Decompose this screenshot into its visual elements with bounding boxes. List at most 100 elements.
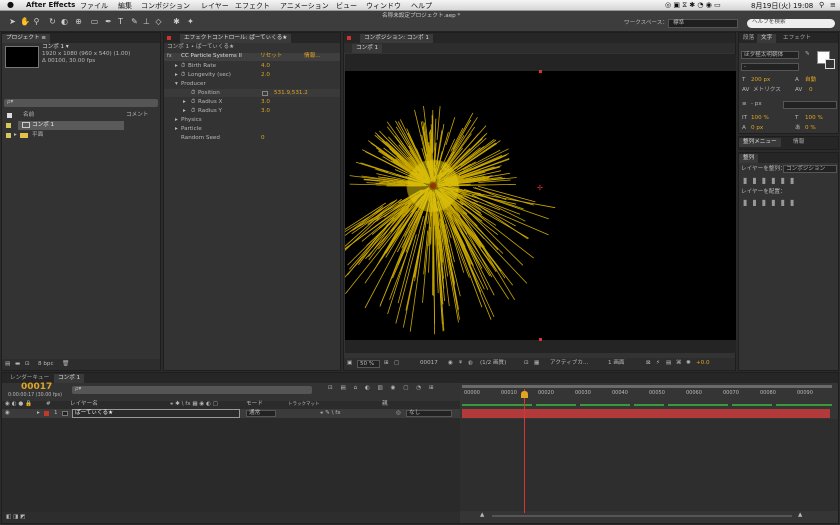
menu-help[interactable]: ヘルプ — [411, 1, 432, 11]
eyedropper-icon[interactable]: ✎ — [805, 51, 810, 58]
brush-tool-icon[interactable]: ✎ — [130, 17, 139, 26]
align-to-select[interactable]: コンポジション — [783, 165, 837, 173]
tsume-value[interactable]: 0 % — [805, 125, 816, 132]
camera-tool-icon[interactable]: ◐ — [60, 17, 69, 26]
puppet-tool-icon[interactable]: ✦ — [186, 17, 195, 26]
work-area-bar[interactable] — [462, 385, 832, 388]
pen-tool-icon[interactable]: ✒ — [104, 17, 113, 26]
apple-icon[interactable]: ● — [7, 0, 14, 9]
help-search-input[interactable]: ヘルプを検索 — [747, 19, 835, 28]
align-buttons-row[interactable]: ▮▮▮▮▮▮ — [743, 177, 799, 185]
tab-align-menu[interactable]: 整列メニュー — [739, 138, 781, 147]
project-search-input[interactable]: ρ▾ — [4, 99, 158, 107]
always-preview-icon[interactable]: ▣ — [347, 360, 352, 367]
roto-brush-tool-icon[interactable]: ✱ — [172, 17, 181, 26]
tab-effects-presets[interactable]: エフェクト — [779, 34, 815, 43]
param-radius-y-value[interactable]: 3.0 — [261, 108, 270, 115]
current-time[interactable]: 00017 — [21, 383, 52, 392]
expand-arrow-icon[interactable]: ▸ — [175, 72, 178, 79]
rectangle-tool-icon[interactable]: ▭ — [90, 17, 99, 26]
current-time-display[interactable]: 00017 — [420, 360, 438, 367]
layer-label-color[interactable] — [44, 411, 49, 416]
eraser-tool-icon[interactable]: ◇ — [154, 17, 163, 26]
distribute-buttons-row[interactable]: ▮▮▮▮▮▮ — [743, 199, 799, 207]
expand-arrow-icon[interactable]: ▸ — [183, 108, 186, 115]
timeline-search-input[interactable]: ρ▾ — [72, 386, 312, 394]
layer-mode-select[interactable]: 通常 — [246, 410, 276, 417]
project-item-folder[interactable]: ▸ 平面 — [4, 131, 158, 140]
col-trkmat[interactable]: トラックマット — [288, 401, 320, 408]
lock-icon[interactable] — [347, 36, 351, 40]
eye-icon[interactable]: ◉ — [5, 410, 10, 417]
layer-switch-icons[interactable]: ⚹ ✎ \ fx — [320, 410, 341, 417]
clone-stamp-tool-icon[interactable]: ⊥ — [142, 17, 151, 26]
expand-arrow-icon[interactable]: ▸ — [183, 99, 186, 106]
snapshot-icon[interactable]: ◉ — [448, 360, 453, 367]
current-time-head-icon[interactable] — [521, 391, 528, 398]
exposure-icon[interactable]: ✺ — [686, 360, 691, 367]
bpc-label[interactable]: 8 bpc — [38, 361, 54, 368]
layer-name-field[interactable]: ぱーてぃくる★ — [72, 409, 240, 418]
zoom-tool-icon[interactable]: ⚲ — [32, 17, 41, 26]
menu-file[interactable]: ファイル — [80, 1, 108, 11]
hand-tool-icon[interactable]: ✋ — [20, 17, 30, 26]
tab-comp-timeline[interactable]: コンポ 1 — [54, 374, 85, 383]
expand-arrow-icon[interactable]: ▾ — [175, 81, 178, 88]
menu-view[interactable]: ビュー — [336, 1, 357, 11]
toggle-panes-icon[interactable]: ◧ ◨ ◩ — [6, 514, 25, 521]
layer-duration-bar[interactable] — [462, 409, 830, 418]
menu-composition[interactable]: コンポジション — [141, 1, 190, 11]
fast-previews-icon[interactable]: ⚡ — [656, 360, 660, 367]
param-radius-x-value[interactable]: 3.0 — [261, 99, 270, 106]
col-parent[interactable]: 親 — [382, 401, 388, 408]
show-snapshot-icon[interactable]: ⚘ — [458, 360, 463, 367]
stroke-style-select[interactable] — [783, 101, 837, 109]
zoom-slider[interactable]: ▲ ▲ — [480, 512, 810, 519]
stopwatch-icon[interactable]: ⏱ — [181, 63, 185, 70]
pan-behind-tool-icon[interactable]: ⊕ — [74, 17, 83, 26]
effect-row[interactable]: fx CC Particle Systems II リセット 情報... — [164, 53, 340, 61]
col-mode[interactable]: モード — [246, 401, 263, 408]
zoom-out-icon[interactable]: ▲ — [480, 512, 484, 519]
tab-paragraph[interactable]: 段落 — [739, 34, 758, 43]
transparency-grid-icon[interactable]: ▦ — [534, 360, 539, 367]
font-family-select[interactable]: ほ夕極太明朝体 — [741, 51, 799, 59]
crosshair-icon[interactable] — [262, 91, 268, 96]
comp-subtab[interactable]: コンポ 1 — [352, 44, 383, 53]
menu-app-name[interactable]: After Effects — [26, 1, 75, 9]
font-style-select[interactable]: - — [741, 63, 799, 71]
disclosure-arrow-icon[interactable]: ▸ — [14, 132, 17, 139]
tab-effect-controls[interactable]: エフェクトコントロール: ぱーてぃくる★ — [180, 34, 292, 43]
camera-select[interactable]: アクティブカ... — [550, 360, 590, 368]
stopwatch-icon[interactable]: ⏱ — [181, 72, 185, 79]
col-comment[interactable]: コメント — [126, 112, 148, 119]
notification-icon[interactable]: ≡ — [830, 1, 836, 9]
project-item-comp[interactable]: コンポ 1 — [4, 121, 158, 130]
param-longevity-value[interactable]: 2.0 — [261, 72, 270, 79]
comp-viewer[interactable]: ✢ — [345, 54, 736, 353]
font-size-value[interactable]: 200 px — [751, 77, 770, 84]
vertical-scale-value[interactable]: 100 % — [751, 115, 769, 122]
tab-composition[interactable]: コンポジション: コンポ 1 — [360, 34, 433, 43]
trash-icon[interactable]: 🗑 — [62, 361, 69, 368]
menu-edit[interactable]: 編集 — [118, 1, 132, 11]
menu-effect[interactable]: エフェクト — [235, 1, 270, 11]
leading-value[interactable]: 自動 — [805, 77, 816, 84]
interpret-footage-icon[interactable]: ▤ — [5, 361, 10, 368]
col-name[interactable]: 名前 — [23, 112, 34, 119]
expand-arrow-icon[interactable]: ▸ — [175, 117, 178, 124]
layer-row[interactable]: ◉ ▸ 1 ぱーてぃくる★ 通常 ⚹ ✎ \ fx ◎ なし — [2, 409, 460, 418]
time-ruler[interactable]: 00000 00010 00020 00030 00040 00050 00060 00070… — [460, 389, 838, 401]
about-button[interactable]: 情報... — [304, 53, 321, 60]
spotlight-icon[interactable]: ⚲ — [819, 1, 824, 9]
menu-animation[interactable]: アニメーション — [280, 1, 329, 11]
stopwatch-icon[interactable]: ⏱ — [191, 108, 195, 115]
stroke-color-swatch[interactable] — [825, 59, 835, 69]
expand-arrow-icon[interactable]: ▸ — [37, 410, 40, 417]
param-position-value[interactable]: 531.9,531.2 — [274, 90, 308, 97]
menu-window[interactable]: ウィンドウ — [366, 1, 401, 11]
selection-tool-icon[interactable]: ➤ — [8, 17, 17, 26]
timeline-switch-icons[interactable]: ⊡ ▤ ⌂ ◐ ▥ ◉ ▢ ◔ ⊞ — [328, 385, 437, 392]
stroke-width-value[interactable]: - px — [751, 101, 762, 108]
type-tool-icon[interactable]: T — [116, 17, 125, 26]
